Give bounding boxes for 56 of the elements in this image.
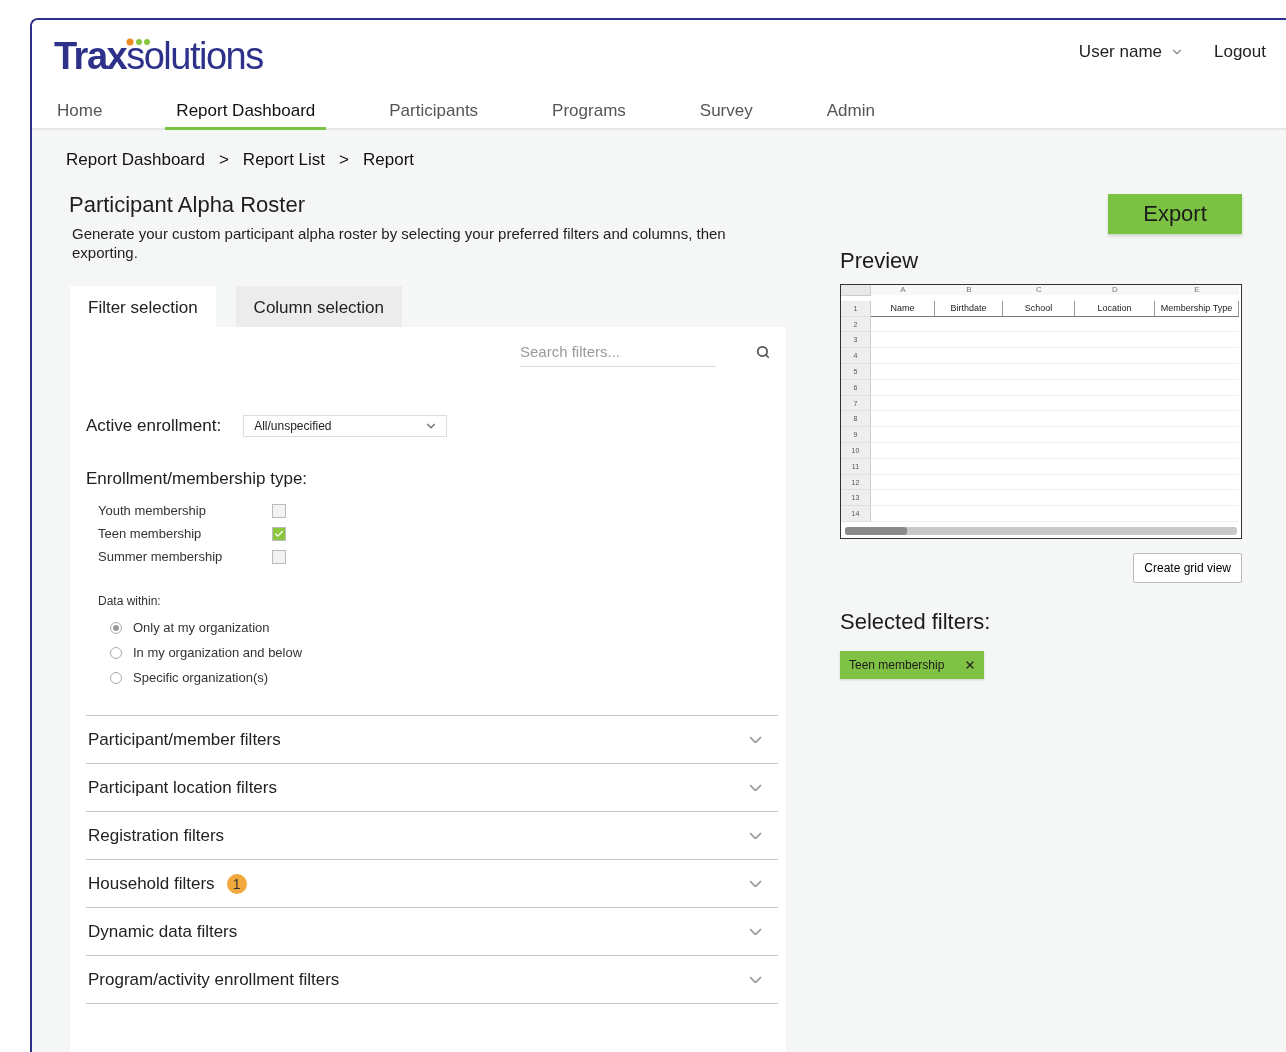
chevron-down-icon: [749, 783, 762, 792]
chevron-down-icon: [749, 927, 762, 936]
radio-label: Only at my organization: [133, 620, 270, 635]
export-button[interactable]: Export: [1108, 194, 1242, 234]
nav-tab[interactable]: Participants: [378, 101, 490, 131]
chevron-down-icon: [749, 735, 762, 744]
breadcrumb-link[interactable]: Report: [363, 150, 415, 170]
column-letter: B: [935, 285, 1003, 295]
nav-tab[interactable]: Survey: [688, 101, 764, 131]
column-letter: D: [1075, 285, 1155, 295]
scrollbar[interactable]: [845, 527, 1237, 535]
checkbox[interactable]: [272, 503, 286, 518]
section-label: Enrollment/membership type:: [86, 469, 309, 489]
section-label: Data within:: [98, 594, 162, 608]
checkbox[interactable]: [272, 549, 286, 564]
column-letter: A: [871, 285, 935, 295]
checkbox-label: Youth membership: [98, 503, 207, 518]
breadcrumb-separator: >: [339, 150, 349, 170]
chip-label: Teen membership: [849, 658, 945, 672]
nav-tab[interactable]: Programs: [541, 101, 637, 131]
column-header: Name: [871, 300, 935, 317]
chevron-down-icon: [749, 879, 762, 888]
nav-tab[interactable]: Admin: [815, 101, 886, 131]
check-icon: [274, 528, 284, 539]
sheet-corner: [841, 285, 871, 296]
radio-label: Specific organization(s): [133, 670, 269, 685]
column-header: School: [1003, 300, 1075, 317]
count-badge: 1: [226, 873, 247, 894]
logo: Traxsolutions: [54, 38, 263, 78]
logout-link[interactable]: Logout: [1214, 42, 1266, 62]
column-letter: E: [1155, 285, 1239, 295]
nav-tab[interactable]: Home: [46, 101, 114, 131]
tab[interactable]: Column selection: [235, 286, 402, 327]
search-icon[interactable]: [756, 345, 770, 359]
chevron-down-icon: [749, 975, 762, 984]
breadcrumb-link[interactable]: Report List: [242, 150, 326, 170]
chevron-down-icon: [749, 831, 762, 840]
create-grid-button[interactable]: Create grid view: [1133, 553, 1242, 583]
page-description: Generate your custom participant alpha roster by selecting your preferred filters and columns, then exporting.: [72, 224, 727, 262]
breadcrumb-separator: >: [218, 150, 229, 170]
field-label: Active enrollment:: [86, 416, 222, 436]
page-title: Participant Alpha Roster: [69, 192, 307, 218]
breadcrumb-link[interactable]: Report Dashboard: [66, 150, 205, 170]
section-title: Selected filters:: [840, 609, 992, 635]
column-header: Birthdate: [935, 300, 1003, 317]
column-letter: C: [1003, 285, 1075, 295]
enrollment-dropdown[interactable]: All/unspecified: [243, 415, 448, 437]
preview-title: Preview: [840, 248, 920, 274]
user-menu[interactable]: User name: [1078, 42, 1184, 62]
column-header: Membership Type: [1155, 300, 1239, 317]
checkbox-label: Summer membership: [98, 549, 224, 564]
column-header: Location: [1075, 300, 1155, 317]
checkbox[interactable]: [272, 526, 286, 541]
tab[interactable]: Filter selection: [70, 286, 216, 327]
checkbox-label: Teen membership: [98, 526, 203, 541]
radio-label: In my organization and below: [133, 645, 303, 660]
